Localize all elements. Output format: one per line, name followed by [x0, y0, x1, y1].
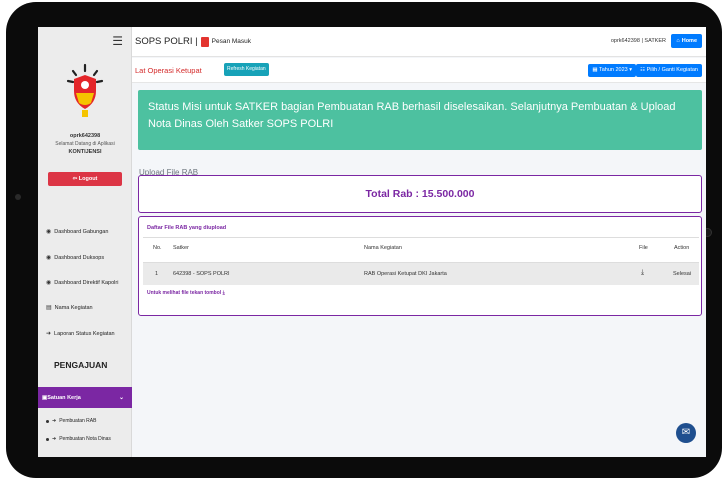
sidebar-item-label: Dashboard Direktif Kapolri — [54, 279, 119, 286]
note-text: Untuk melihat file tekan tombol — [147, 290, 222, 296]
arrow-icon: ➜ — [46, 331, 52, 337]
home-icon: ⌂ — [676, 38, 680, 44]
activity-bar: Lat Operasi Ketupat Refresh Kegiatan ▦ T… — [132, 58, 706, 83]
hamburger-icon[interactable]: ☰ — [112, 34, 123, 48]
download-icon: ⤓ — [222, 290, 225, 296]
column-header-file: File — [639, 245, 648, 251]
subitem-label: Pembuatan Nota Dinas — [59, 436, 111, 442]
list-icon: ☷ — [640, 67, 646, 73]
chat-icon[interactable]: ✉ — [676, 423, 696, 443]
section-title: PENGAJUAN — [54, 360, 108, 370]
caret-down-icon: ▾ — [629, 67, 632, 73]
app-title-text: SOPS POLRI | — [135, 36, 198, 47]
top-navbar: SOPS POLRI | Pesan Masuk oprk642398 | SA… — [132, 27, 706, 57]
sidebar-item-dashboard-gabungan[interactable]: ◉ Dashboard Gabungan — [46, 228, 109, 236]
user-info[interactable]: oprk642398 | SATKER — [611, 38, 666, 44]
mail-icon[interactable] — [200, 36, 209, 47]
column-header-action: Action — [674, 245, 690, 251]
calendar-icon: ▦ — [592, 67, 598, 73]
sidebar-item-laporan-status[interactable]: ➜ Laporan Status Kegiatan — [46, 330, 115, 338]
cell-action[interactable]: Selesai — [673, 271, 691, 277]
column-header-no: No. — [153, 245, 162, 251]
tablet-frame: ☰ oprk642398 Selamat Datang di Aplikasi … — [6, 2, 722, 478]
table-title: Daftar File RAB yang diupload — [147, 225, 227, 231]
status-alert: Status Misi untuk SATKER bagian Pembuata… — [138, 90, 702, 150]
year-dropdown[interactable]: ▦ Tahun 2023 ▾ — [588, 64, 636, 77]
sidebar-subitem-pembuatan-rab[interactable]: ➜ Pembuatan RAB — [46, 418, 96, 424]
download-icon[interactable]: ⤓ — [641, 269, 644, 277]
camera-dot — [15, 194, 21, 200]
logout-button[interactable]: ⇦ Logout — [48, 172, 122, 186]
sidebar: ☰ oprk642398 Selamat Datang di Aplikasi … — [38, 27, 132, 457]
app-title: SOPS POLRI | Pesan Masuk — [135, 36, 251, 47]
activity-label: Lat Operasi Ketupat — [135, 66, 202, 75]
arrow-icon: ➜ — [52, 436, 57, 442]
arrow-icon: ➜ — [52, 418, 57, 424]
column-header-satker: Satker — [173, 245, 189, 251]
group-label: Satuan Kerja — [47, 394, 81, 401]
sidebar-item-nama-kegiatan[interactable]: ▤ Nama Kegiatan — [46, 304, 93, 312]
subitem-label: Pembuatan RAB — [59, 418, 97, 424]
sidebar-item-label: Dashboard Duksops — [54, 254, 105, 261]
sidebar-subitem-pembuatan-nota[interactable]: ➜ Pembuatan Nota Dinas — [46, 436, 111, 442]
screen: ☰ oprk642398 Selamat Datang di Aplikasi … — [38, 27, 706, 457]
logout-label: Logout — [78, 176, 98, 182]
download-note: Untuk melihat file tekan tombol ⤓ — [147, 290, 225, 296]
org-name: KONTIJENSI — [68, 149, 102, 155]
logout-icon: ⇦ — [72, 176, 78, 182]
home-label: Home — [681, 38, 697, 44]
total-rab: Total Rab : 15.500.000 — [138, 175, 702, 213]
inbox-link[interactable]: Pesan Masuk — [212, 38, 251, 45]
police-logo — [66, 63, 104, 117]
sidebar-item-label: Laporan Status Kegiatan — [54, 330, 115, 337]
column-header-kegiatan: Nama Kegiatan — [364, 245, 402, 251]
bullet-icon — [46, 437, 49, 441]
dashboard-icon: ◉ — [46, 280, 52, 286]
dashboard-icon: ◉ — [46, 255, 52, 261]
file-table-card: Daftar File RAB yang diupload No. Satker… — [138, 216, 702, 316]
divider — [143, 237, 699, 238]
cell-satker: 642398 - SOPS POLRI — [173, 271, 230, 277]
list-icon: ▤ — [46, 305, 52, 311]
year-label: Tahun 2023 — [598, 67, 628, 73]
chevron-down-icon: ⌄ — [118, 395, 124, 401]
user-name: oprk642398 — [69, 133, 101, 139]
home-button[interactable]: ⌂ Home — [671, 34, 702, 48]
sidebar-item-label: Dashboard Gabungan — [54, 228, 109, 235]
sidebar-item-dashboard-duksops[interactable]: ◉ Dashboard Duksops — [46, 254, 105, 262]
sidebar-item-dashboard-direktif[interactable]: ◉ Dashboard Direktif Kapolri — [46, 279, 119, 287]
dashboard-icon: ◉ — [46, 229, 52, 235]
cell-kegiatan: RAB Operasi Ketupat DKI Jakarta — [364, 271, 447, 277]
bullet-icon — [46, 419, 49, 423]
select-activity-label: Pilih / Ganti Kegiatan — [646, 67, 698, 73]
refresh-button[interactable]: Refresh Kegiatan — [224, 63, 269, 76]
sidebar-item-label: Nama Kegiatan — [54, 304, 93, 311]
sidebar-group-satuan-kerja[interactable]: ▣ Satuan Kerja ⌄ — [38, 387, 132, 408]
cell-no: 1 — [155, 271, 159, 277]
welcome-text: Selamat Datang di Aplikasi — [55, 141, 115, 147]
select-activity-button[interactable]: ☷ Pilih / Ganti Kegiatan — [636, 64, 702, 77]
